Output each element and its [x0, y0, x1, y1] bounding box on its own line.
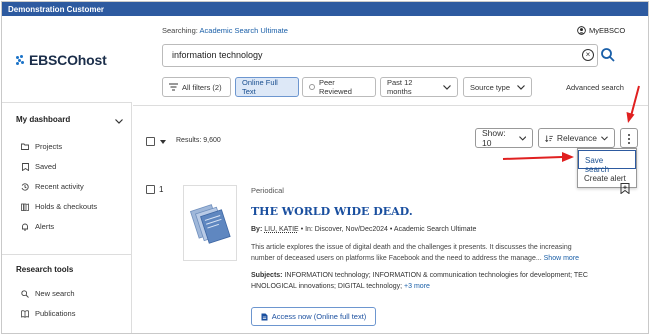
- record-thumbnail[interactable]: [183, 185, 237, 261]
- record-number: 1: [159, 185, 164, 194]
- periodical-icon: [189, 204, 231, 244]
- record-byline: By: LIU, KATIE • In: Discover, Nov/Dec20…: [251, 226, 476, 233]
- abstract-line: number of deceased users on platforms li…: [251, 255, 542, 262]
- record-checkbox[interactable]: [146, 185, 155, 194]
- subjects-line[interactable]: HNOLOGICAL innovations; DIGITAL technolo…: [251, 283, 402, 290]
- annotation-arrow-save-search: [502, 152, 574, 162]
- subjects-line[interactable]: INFORMATION technology; INFORMATION & co…: [284, 272, 587, 279]
- subjects-label: Subjects:: [251, 272, 283, 279]
- more-subjects-link[interactable]: +3 more: [404, 283, 430, 290]
- document-icon: [261, 313, 268, 320]
- author-link[interactable]: LIU, KATIE: [264, 226, 299, 233]
- record-abstract: This article explores the issue of digit…: [251, 242, 621, 264]
- show-more-link[interactable]: Show more: [544, 255, 579, 262]
- abstract-line: This article explores the issue of digit…: [251, 244, 572, 251]
- by-label: By:: [251, 226, 263, 233]
- record-source: • In: Discover, Nov/Dec2024 • Academic S…: [300, 226, 477, 233]
- record-subjects: Subjects: INFORMATION technology; INFORM…: [251, 270, 621, 292]
- access-now-label: Access now (Online full text): [271, 312, 367, 321]
- bookmark-icon[interactable]: [620, 183, 630, 194]
- record-title[interactable]: THE WORLD WIDE DEAD.: [251, 205, 413, 218]
- publication-type: Periodical: [251, 186, 284, 195]
- annotation-arrow-kebab: [626, 85, 640, 123]
- access-now-button[interactable]: Access now (Online full text): [251, 307, 376, 326]
